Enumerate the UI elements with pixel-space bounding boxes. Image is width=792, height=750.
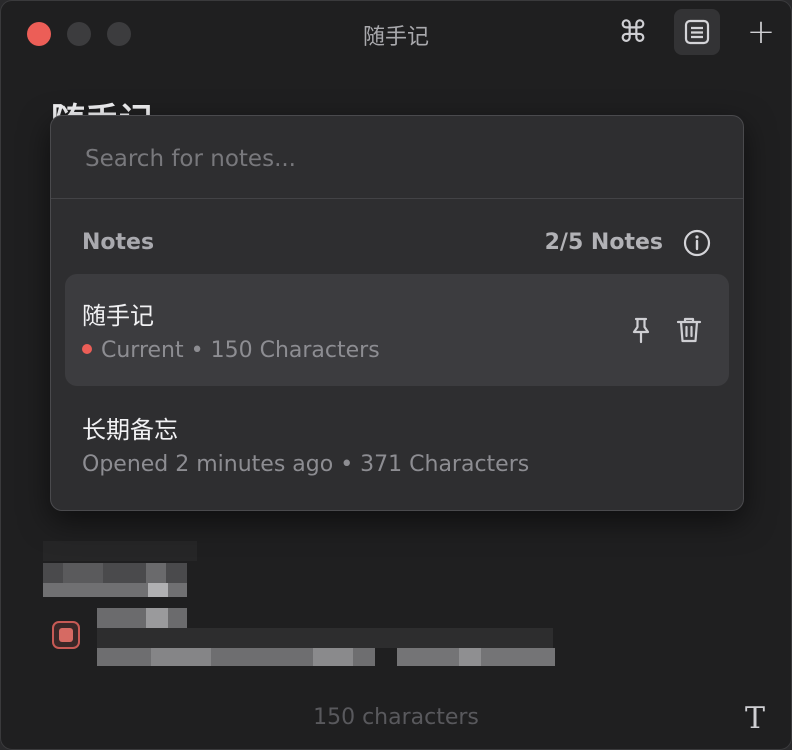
note-list-item[interactable]: 长期备忘 Opened 2 minutes ago • 371 Characte… [65,388,729,500]
notes-list-icon [684,19,710,45]
pin-icon[interactable] [625,314,657,346]
app-window: 随手记 ⌘ + 随手记 [0,0,792,750]
notes-list-button[interactable] [674,9,720,55]
notes-popover: Notes 2/5 Notes 随手记 Current • 150 Charac… [50,115,744,511]
search-bar [51,116,743,199]
text-format-icon: T [745,701,766,736]
current-indicator [82,344,92,354]
plus-icon: + [746,12,776,52]
note-meta: Current • 150 Characters [82,338,380,363]
window-title: 随手记 [362,25,429,50]
note-title: 长期备忘 [82,416,178,444]
title-bar: 随手记 ⌘ + [1,1,791,65]
new-note-button[interactable]: + [738,9,784,55]
note-list-item[interactable]: 随手记 Current • 150 Characters [65,274,729,386]
trash-icon[interactable] [673,314,705,346]
note-meta: Opened 2 minutes ago • 371 Characters [82,452,530,477]
command-icon: ⌘ [618,14,648,50]
checkbox-fill [59,628,73,642]
command-button[interactable]: ⌘ [610,9,656,55]
character-count: 150 characters [313,705,479,730]
note-meta-text: Current • 150 Characters [101,338,380,363]
task-checkbox[interactable] [52,621,80,649]
text-format-button[interactable]: T [745,701,765,736]
info-icon[interactable] [683,229,711,257]
search-input[interactable] [83,140,687,178]
section-label: Notes [82,230,155,255]
note-title: 随手记 [82,302,154,330]
notes-count: 2/5 Notes [544,230,663,255]
